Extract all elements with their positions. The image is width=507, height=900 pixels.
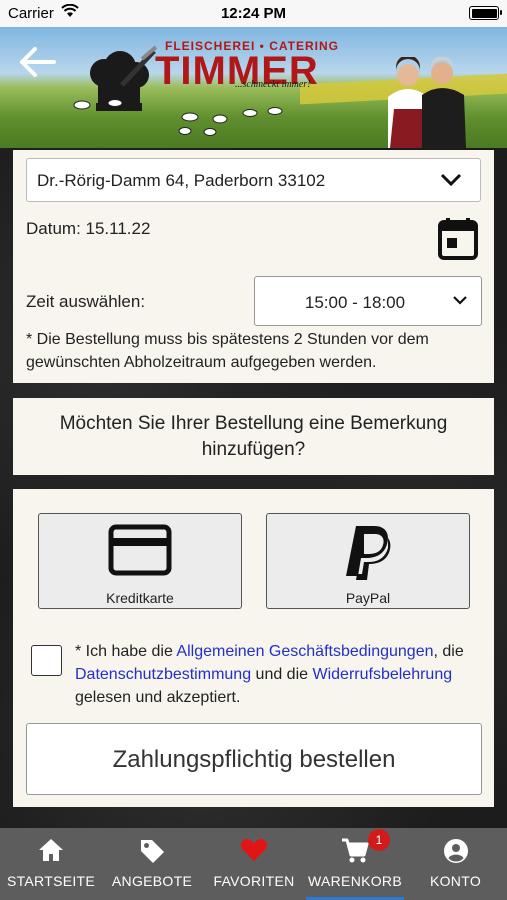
bottom-tab-bar: STARTSEITE ANGEBOTE FAVORITEN 1 WARENKOR… — [0, 828, 507, 900]
tab-favoriten[interactable]: FAVORITEN — [202, 828, 306, 900]
terms-text: * Ich habe die Allgemeinen Geschäftsbedi… — [75, 640, 485, 709]
remark-question: Möchten Sie Ihrer Bestellung eine Bemerk… — [59, 413, 448, 460]
status-bar: Carrier 12:24 PM — [0, 0, 507, 27]
address-value: Dr.-Rörig-Damm 64, Paderborn 33102 — [37, 171, 326, 190]
terms-link-withdrawal[interactable]: Widerrufsbelehrung — [312, 666, 452, 683]
tab-label: ANGEBOTE — [111, 873, 193, 889]
pickup-card: Dr.-Rörig-Damm 64, Paderborn 33102 Datum… — [13, 150, 494, 383]
tag-icon — [141, 840, 164, 863]
terms-separator: und die — [251, 666, 313, 683]
tab-label: KONTO — [429, 873, 482, 889]
owners-photo — [388, 57, 466, 148]
calendar-icon[interactable] — [437, 216, 479, 260]
address-dropdown[interactable]: Dr.-Rörig-Damm 64, Paderborn 33102 — [26, 158, 481, 202]
account-icon — [443, 839, 468, 863]
paypal-label: PayPal — [345, 590, 391, 606]
home-icon — [39, 839, 63, 861]
tab-label: FAVORITEN — [213, 873, 295, 889]
accept-terms-checkbox[interactable] — [31, 645, 62, 676]
heart-icon — [240, 839, 268, 861]
tab-startseite[interactable]: STARTSEITE — [0, 828, 102, 900]
logo-slogan: ...schmeckt immer! — [235, 79, 311, 90]
tab-warenkorb[interactable]: 1 WARENKORB — [306, 828, 404, 900]
date-label: Datum: 15.11.22 — [26, 219, 151, 238]
time-slot-value: 15:00 - 18:00 — [304, 293, 406, 312]
terms-prefix: * Ich habe die — [75, 643, 177, 660]
time-label: Zeit auswählen: — [26, 292, 146, 311]
terms-link-agb[interactable]: Allgemeinen Geschäftsbedingungen — [176, 643, 433, 660]
tab-konto[interactable]: KONTO — [404, 828, 507, 900]
header-banner: FLEISCHEREI • CATERING TIMMER ...schmeck… — [0, 27, 507, 148]
tab-label: WARENKORB — [308, 873, 402, 889]
credit-card-icon — [108, 524, 172, 576]
cart-icon — [342, 838, 369, 863]
cart-count-badge: 1 — [368, 829, 390, 851]
chevron-down-icon — [440, 173, 462, 187]
place-order-button[interactable]: Zahlungspflichtig bestellen — [26, 723, 482, 795]
credit-card-button[interactable]: Kreditkarte — [38, 513, 242, 609]
clock: 12:24 PM — [220, 5, 287, 22]
cows-illustration — [73, 99, 283, 136]
tab-angebote[interactable]: ANGEBOTE — [102, 828, 202, 900]
add-remark-button[interactable]: Möchten Sie Ihrer Bestellung eine Bemerk… — [13, 398, 494, 475]
place-order-label: Zahlungspflichtig bestellen — [112, 746, 396, 773]
time-slot-dropdown[interactable]: 15:00 - 18:00 — [254, 276, 482, 326]
tab-label: STARTSEITE — [6, 873, 96, 889]
terms-link-privacy[interactable]: Datenschutzbestimmung — [75, 666, 251, 683]
battery-icon — [469, 6, 502, 20]
back-arrow-icon[interactable] — [18, 45, 58, 79]
terms-separator: , die — [433, 643, 464, 660]
chevron-down-icon — [453, 296, 467, 305]
paypal-icon — [346, 526, 391, 580]
paypal-button[interactable]: PayPal — [266, 513, 470, 609]
terms-suffix: gelesen und akzeptiert. — [75, 689, 241, 706]
order-deadline-note: * Die Bestellung muss bis spätestens 2 S… — [26, 331, 429, 371]
payment-card: Kreditkarte PayPal * Ich habe die Allgem… — [13, 489, 494, 807]
credit-card-label: Kreditkarte — [106, 590, 174, 606]
